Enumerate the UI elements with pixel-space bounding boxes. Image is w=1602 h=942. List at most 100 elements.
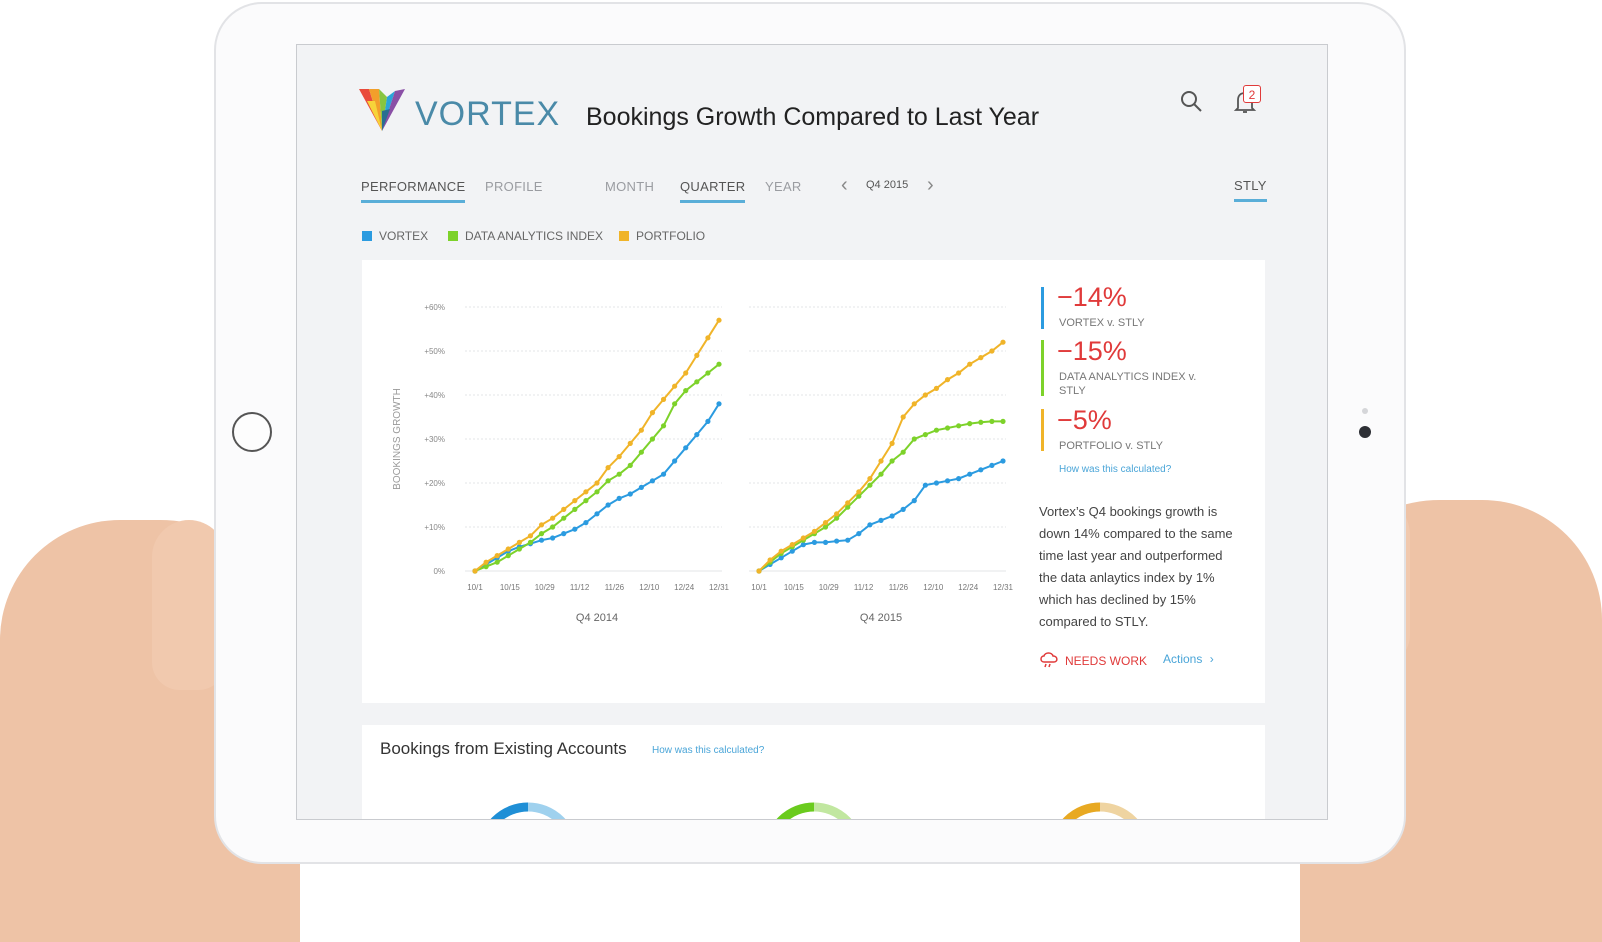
data-point: [933, 480, 940, 486]
data-point: [989, 348, 995, 354]
storm-cloud-icon: [1040, 652, 1058, 668]
data-point: [933, 385, 940, 391]
existing-accounts-card: Bookings from Existing Accounts How was …: [362, 725, 1265, 819]
data-point: [989, 418, 995, 424]
needs-work-status: NEEDS WORK: [1039, 651, 1147, 669]
stat-bar-portfolio: [1041, 409, 1044, 451]
data-point: [638, 427, 644, 433]
series-line-portfolio: [758, 341, 1004, 572]
data-point: [660, 471, 667, 477]
data-point: [516, 539, 522, 545]
calc-link[interactable]: How was this calculated?: [1059, 464, 1171, 475]
legend-portfolio: PORTFOLIO: [619, 229, 705, 243]
data-point: [944, 377, 951, 383]
bookings-growth-charts: 0% +10% +20% +30% +40% +50% +60% BOOKINGS GROWT…: [392, 303, 1014, 624]
y-axis-label: BOOKINGS GROWTH: [392, 388, 403, 490]
x-tick-label: 10/1: [467, 583, 483, 592]
data-point: [472, 568, 478, 574]
data-point: [505, 553, 511, 559]
data-point: [978, 419, 984, 425]
data-point: [878, 471, 884, 477]
data-point: [694, 352, 700, 358]
data-point: [889, 440, 895, 446]
camera: [1359, 426, 1371, 438]
data-point: [561, 531, 567, 537]
data-point: [649, 478, 656, 484]
data-point: [989, 462, 995, 468]
actions-link[interactable]: Actions ›: [1163, 652, 1214, 666]
needs-work-label: NEEDS WORK: [1065, 654, 1148, 668]
data-point: [878, 517, 884, 523]
y-tick-label: +40%: [424, 391, 445, 400]
data-point: [660, 423, 667, 429]
tab-profile[interactable]: PROFILE: [485, 179, 543, 200]
data-point: [672, 401, 678, 407]
data-point: [616, 454, 622, 460]
data-point: [561, 506, 567, 512]
actions-label: Actions: [1163, 652, 1203, 666]
data-point: [627, 440, 633, 446]
data-point: [900, 449, 906, 455]
home-button[interactable]: [232, 412, 272, 452]
data-point: [505, 546, 511, 552]
data-point: [538, 537, 545, 543]
data-point: [716, 401, 722, 407]
x-tick-label: 12/24: [958, 583, 979, 592]
data-point: [638, 449, 644, 455]
y-tick-label: +60%: [424, 303, 445, 312]
data-point: [550, 515, 556, 521]
x-tick-label: 10/1: [751, 583, 767, 592]
x-tick-label: 11/12: [570, 583, 590, 592]
y-tick-label: +10%: [424, 523, 445, 532]
data-point: [900, 414, 906, 420]
chevron-right-icon[interactable]: ›: [927, 174, 934, 197]
series-line-portfolio: [474, 319, 720, 572]
stat-label-portfolio: PORTFOLIO v. STLY: [1059, 440, 1163, 452]
stly-toggle[interactable]: STLY: [1234, 178, 1267, 202]
data-point: [627, 491, 633, 497]
data-point: [856, 489, 862, 495]
data-point: [800, 535, 806, 541]
data-point: [922, 392, 928, 398]
legend-label: VORTEX: [379, 229, 429, 243]
x-tick-label: 12/10: [639, 583, 660, 592]
brand-name: VORTEX: [415, 95, 561, 133]
data-point: [672, 383, 678, 389]
chevron-left-icon[interactable]: ‹: [841, 174, 848, 197]
x-tick-label: 10/15: [784, 583, 805, 592]
y-tick-label: +50%: [424, 347, 445, 356]
period-month[interactable]: MONTH: [605, 179, 654, 200]
data-point: [822, 539, 829, 545]
search-icon[interactable]: [1179, 89, 1203, 113]
stat-label-vortex: VORTEX v. STLY: [1059, 317, 1145, 329]
data-point: [705, 418, 711, 424]
data-point: [911, 498, 917, 504]
data-point: [705, 335, 711, 341]
legend-label: PORTFOLIO: [636, 229, 706, 243]
tab-performance[interactable]: PERFORMANCE: [361, 179, 466, 203]
x-tick-label: 11/26: [889, 583, 909, 592]
data-point: [649, 410, 656, 416]
data-point: [483, 559, 489, 565]
data-point: [867, 476, 873, 482]
data-point: [705, 370, 711, 376]
stat-value-portfolio: −5%: [1057, 405, 1112, 435]
data-point: [956, 370, 962, 376]
data-point: [845, 500, 851, 506]
bookings-growth-card: 0% +10% +20% +30% +40% +50% +60% BOOKINGS GROWT…: [362, 260, 1265, 703]
chart-title: Q4 2014: [576, 612, 618, 624]
data-point: [572, 506, 578, 512]
data-point: [889, 513, 895, 519]
legend-swatch: [619, 231, 629, 241]
data-point: [716, 317, 722, 323]
data-point: [672, 458, 678, 464]
data-point: [660, 396, 667, 402]
data-point: [767, 557, 773, 563]
period-quarter[interactable]: QUARTER: [680, 179, 746, 203]
y-tick-label: +20%: [424, 479, 445, 488]
data-point: [683, 370, 689, 376]
period-year[interactable]: YEAR: [765, 179, 802, 200]
data-point: [649, 436, 656, 442]
data-point: [572, 498, 578, 504]
data-point: [978, 355, 984, 361]
